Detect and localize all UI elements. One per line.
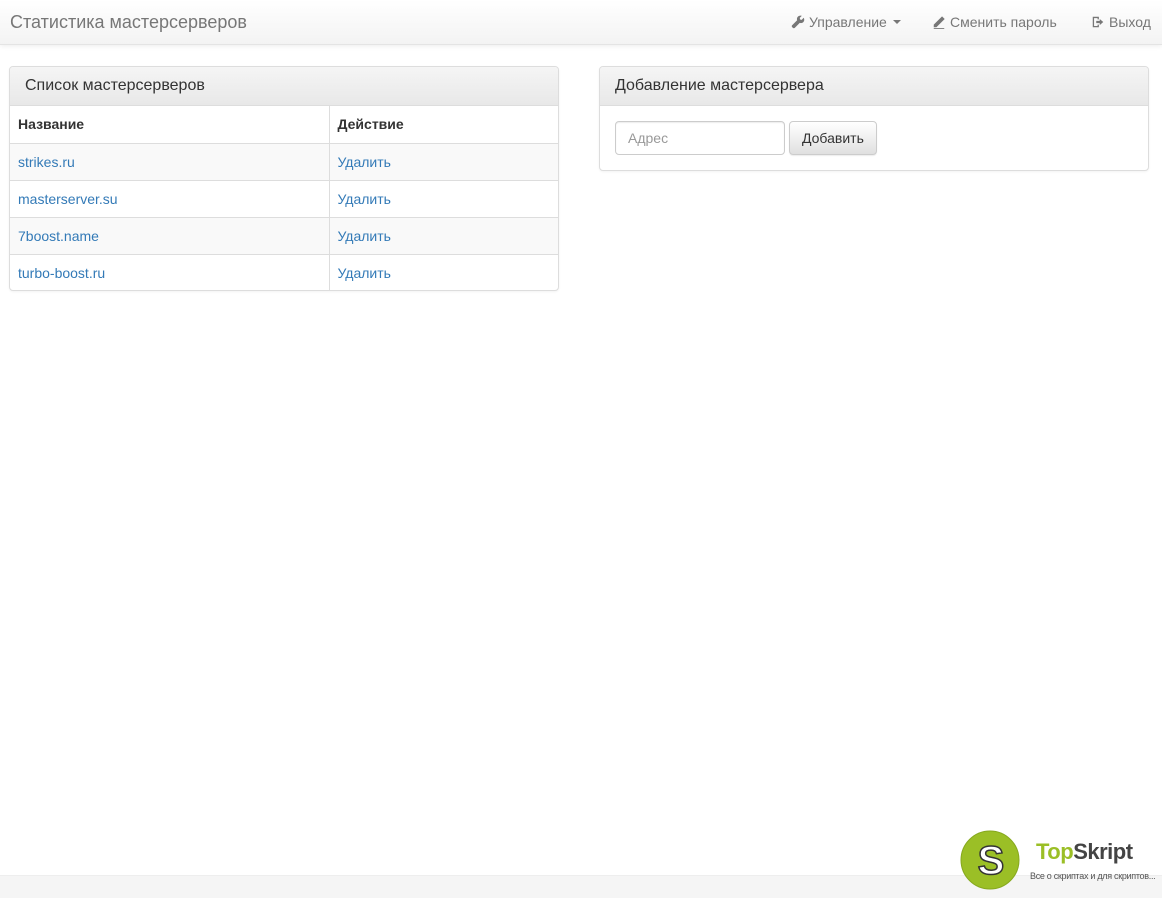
masterserver-list-panel: Список мастерсерверов Название Действие … (9, 66, 559, 291)
table-cell-action: Удалить (328, 253, 558, 290)
delete-link[interactable]: Удалить (338, 265, 391, 281)
table-row: 7boost.name Удалить (10, 216, 558, 254)
logout-link[interactable]: Выход (1090, 12, 1151, 32)
watermark-subtitle: Все о скриптах и для скриптов... (1030, 871, 1156, 881)
svg-text:S: S (978, 839, 1005, 883)
delete-link[interactable]: Удалить (338, 191, 391, 207)
logout-icon (1090, 15, 1105, 30)
change-password-link[interactable]: Сменить пароль (931, 12, 1057, 32)
manage-dropdown[interactable]: Управление (790, 12, 901, 32)
topskript-watermark: S TopSkript Все о скриптах и для скрипто… (960, 830, 1160, 892)
topskript-logo-icon: S (960, 830, 1020, 890)
pencil-icon (931, 15, 946, 30)
table-cell-action: Удалить (328, 179, 558, 217)
add-form: Добавить (600, 106, 1148, 170)
masterserver-table: Название Действие strikes.ru Удалить mas… (10, 106, 558, 290)
table-row: masterserver.su Удалить (10, 179, 558, 217)
table-cell-name: 7boost.name (10, 216, 329, 254)
list-panel-title: Список мастерсерверов (10, 67, 558, 106)
column-header-name: Название (18, 116, 85, 133)
table-header-row: Название Действие (10, 106, 558, 143)
table-cell-name: turbo-boost.ru (10, 253, 329, 290)
server-link[interactable]: turbo-boost.ru (18, 265, 105, 281)
table-row: turbo-boost.ru Удалить (10, 253, 558, 290)
logout-label: Выход (1109, 14, 1151, 30)
add-button[interactable]: Добавить (789, 121, 877, 155)
manage-label: Управление (809, 14, 887, 30)
add-panel-title: Добавление мастерсервера (600, 67, 1148, 106)
table-cell-action: Удалить (328, 142, 558, 180)
delete-link[interactable]: Удалить (338, 228, 391, 244)
caret-down-icon (892, 20, 901, 24)
column-header-action: Действие (328, 106, 558, 143)
watermark-title-skript: Skript (1073, 839, 1133, 864)
add-masterserver-panel: Добавление мастерсервера Добавить (599, 66, 1149, 171)
wrench-icon (790, 15, 805, 30)
table-row: strikes.ru Удалить (10, 142, 558, 180)
table-cell-action: Удалить (328, 216, 558, 254)
table-cell-name: masterserver.su (10, 179, 329, 217)
server-link[interactable]: strikes.ru (18, 154, 75, 170)
app-brand[interactable]: Статистика мастерсерверов (10, 11, 247, 33)
top-navbar: Статистика мастерсерверов Управление Сме… (0, 0, 1162, 45)
table-cell-name: strikes.ru (10, 142, 329, 180)
watermark-title-top: Top (1036, 839, 1074, 864)
change-password-label: Сменить пароль (950, 14, 1057, 30)
address-input[interactable] (615, 121, 785, 155)
server-link[interactable]: 7boost.name (18, 228, 99, 244)
server-link[interactable]: masterserver.su (18, 191, 118, 207)
delete-link[interactable]: Удалить (338, 154, 391, 170)
watermark-title: TopSkript (1036, 840, 1133, 864)
